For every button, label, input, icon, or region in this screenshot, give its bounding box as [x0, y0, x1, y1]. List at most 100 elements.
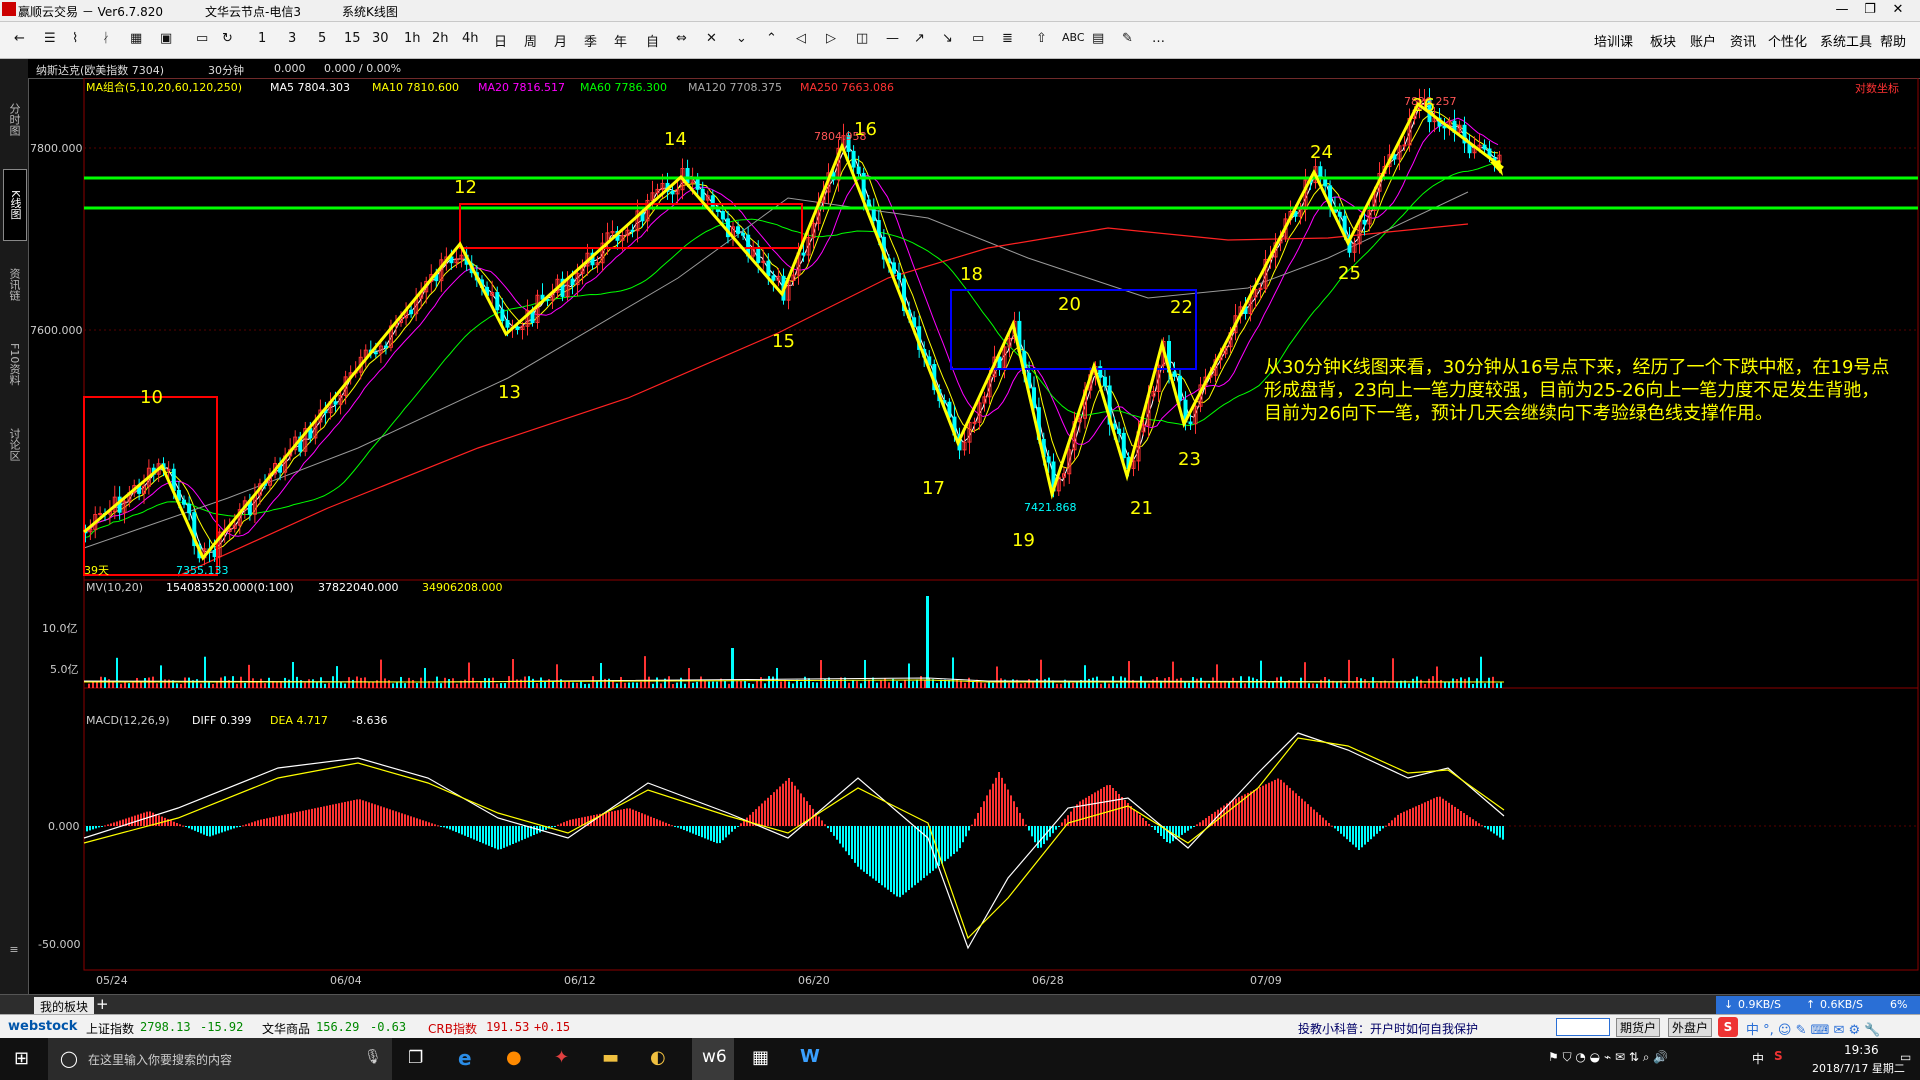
clock-date[interactable]: 2018/7/17 星期二: [1812, 1060, 1905, 1076]
wave-15: 15: [772, 331, 795, 352]
kline-chart[interactable]: MA组合(5,10,20,60,120,250) MA5 7804.303 MA…: [28, 78, 1920, 994]
ticker-name-2[interactable]: CRB指数: [428, 1020, 477, 1037]
scroll-right-icon[interactable]: ▷: [826, 31, 836, 46]
menu-sector[interactable]: 板块: [1650, 31, 1676, 50]
table-icon[interactable]: ▦: [130, 31, 142, 46]
period-year[interactable]: 年: [614, 31, 627, 50]
wh6-app-icon[interactable]: w6: [702, 1047, 727, 1067]
split-icon[interactable]: ◫: [856, 31, 868, 46]
volume-bar: [468, 662, 470, 688]
period-day[interactable]: 日: [494, 31, 507, 50]
tab-f10[interactable]: F10资料: [3, 329, 25, 399]
period-1[interactable]: 1: [258, 31, 266, 46]
volume-bar: [596, 681, 598, 688]
app-yellow-icon[interactable]: ◐: [650, 1047, 666, 1068]
taskbar-search-box[interactable]: ◯ 在这里输入你要搜索的内容 🎙: [48, 1038, 392, 1080]
period-5[interactable]: 5: [318, 31, 326, 46]
period-30[interactable]: 30: [372, 31, 389, 46]
channel-icon[interactable]: ≣: [1002, 31, 1013, 46]
clock-time[interactable]: 19:36: [1844, 1043, 1879, 1057]
back-icon[interactable]: ←: [14, 31, 25, 46]
calculator-icon[interactable]: ▦: [752, 1047, 769, 1068]
add-tab-button[interactable]: +: [96, 995, 109, 1013]
ray-up-icon[interactable]: ↗: [914, 31, 925, 46]
ray-down-icon[interactable]: ↘: [942, 31, 953, 46]
fit-icon[interactable]: ⇔: [676, 31, 687, 46]
tab-news-chain[interactable]: 资讯链: [3, 249, 25, 319]
menu-news[interactable]: 资讯: [1730, 31, 1756, 50]
menu-account[interactable]: 账户: [1690, 31, 1716, 50]
tray-icons[interactable]: ⚑ ⛉ ◔ ◒ ⌁ ✉ ⇅ ⌕ 🔊: [1548, 1050, 1668, 1065]
app-red-icon[interactable]: ✦: [554, 1047, 569, 1068]
instrument-name[interactable]: 纳斯达克(欧美指数 7304): [36, 62, 164, 78]
app-w-icon[interactable]: W: [800, 1046, 820, 1067]
period-month[interactable]: 月: [554, 31, 567, 50]
menu-personalize[interactable]: 个性化: [1768, 31, 1807, 50]
pen-icon[interactable]: ✎: [1122, 31, 1133, 46]
quick-search-input[interactable]: [1556, 1018, 1610, 1036]
custom-icon[interactable]: 自: [646, 31, 659, 50]
ticker-name-1[interactable]: 文华商品: [262, 1020, 310, 1037]
server-node[interactable]: 文华云节点-电信3: [205, 3, 301, 20]
close-icon[interactable]: ✕: [1876, 0, 1920, 21]
ime-indicator[interactable]: 中: [1752, 1050, 1764, 1067]
macd-histogram-bar: [731, 826, 733, 832]
period-3[interactable]: 3: [288, 31, 296, 46]
rect-icon[interactable]: ▭: [972, 31, 984, 46]
task-view-icon[interactable]: ❐: [408, 1048, 423, 1068]
arrow-up-icon[interactable]: ⇧: [1036, 31, 1047, 46]
microphone-icon[interactable]: 🎙: [364, 1049, 382, 1065]
period-15[interactable]: 15: [344, 31, 361, 46]
date-tick-0604: 06/04: [330, 974, 362, 987]
windows-start-icon[interactable]: ⊞: [14, 1048, 29, 1069]
refresh-icon[interactable]: ↻: [222, 31, 233, 46]
notification-icon[interactable]: ▭: [1900, 1050, 1911, 1064]
macd-histogram-bar: [1280, 779, 1282, 826]
macd-histogram-bar: [800, 793, 802, 826]
menu-help[interactable]: 帮助: [1880, 31, 1906, 50]
macd-histogram-bar: [1463, 813, 1465, 826]
chevron-down-icon[interactable]: ⌄: [736, 31, 747, 46]
period-2h[interactable]: 2h: [432, 31, 449, 46]
sogou-tray-icon[interactable]: S: [1774, 1049, 1783, 1063]
tab-discussion[interactable]: 讨论区: [3, 409, 25, 479]
edge-icon[interactable]: e: [458, 1046, 472, 1070]
file-explorer-icon[interactable]: ▬: [602, 1047, 619, 1068]
volume-header-name[interactable]: MV(10,20): [86, 581, 143, 594]
grid-icon[interactable]: ▣: [160, 31, 172, 46]
volume-bar: [916, 679, 918, 688]
macd-header-name[interactable]: MACD(12,26,9): [86, 714, 170, 727]
period-4h[interactable]: 4h: [462, 31, 479, 46]
line-chart-icon[interactable]: ⌇: [72, 31, 78, 46]
futures-account-button[interactable]: 期货户: [1616, 1018, 1661, 1037]
ma-header-name[interactable]: MA组合(5,10,20,60,120,250): [86, 80, 242, 94]
education-tip[interactable]: 投教小科普：开户时如何自我保护: [1298, 1020, 1478, 1037]
chevron-up-icon[interactable]: ⌃: [766, 31, 777, 46]
firefox-icon[interactable]: ●: [506, 1047, 522, 1068]
volume-bar: [1024, 683, 1026, 688]
foreign-account-button[interactable]: 外盘户: [1668, 1018, 1713, 1037]
menu-lines-icon[interactable]: ≡: [3, 939, 25, 959]
hline-icon[interactable]: —: [886, 31, 899, 46]
ime-status-icons[interactable]: 中 °, ☺ ✎ ⌨ ✉ ⚙ 🔧: [1746, 1019, 1881, 1038]
kline-icon[interactable]: ᛅ: [102, 31, 110, 46]
scroll-left-icon[interactable]: ◁: [796, 31, 806, 46]
menu-system-tools[interactable]: 系统工具: [1820, 31, 1872, 50]
list-icon[interactable]: ☰: [44, 31, 56, 46]
more-icon[interactable]: …: [1152, 31, 1165, 46]
log-scale-toggle[interactable]: 对数坐标: [1855, 81, 1899, 95]
menu-training[interactable]: 培训课: [1594, 31, 1633, 50]
fill-icon[interactable]: ▤: [1092, 31, 1104, 46]
period-1h[interactable]: 1h: [404, 31, 421, 46]
tab-timeshare[interactable]: 分时图: [3, 89, 25, 149]
period-quarter[interactable]: 季: [584, 31, 597, 50]
ticker-name-0[interactable]: 上证指数: [86, 1020, 134, 1037]
volume-bar: [1172, 661, 1174, 688]
tab-kline[interactable]: K线图: [3, 169, 27, 241]
period-week[interactable]: 周: [524, 31, 537, 50]
save-icon[interactable]: ▭: [196, 31, 208, 46]
period-selector[interactable]: 30分钟: [208, 62, 244, 78]
sogou-ime-icon[interactable]: S: [1718, 1017, 1738, 1037]
text-tool-icon[interactable]: ABC: [1062, 31, 1085, 44]
cross-icon[interactable]: ✕: [706, 31, 717, 46]
